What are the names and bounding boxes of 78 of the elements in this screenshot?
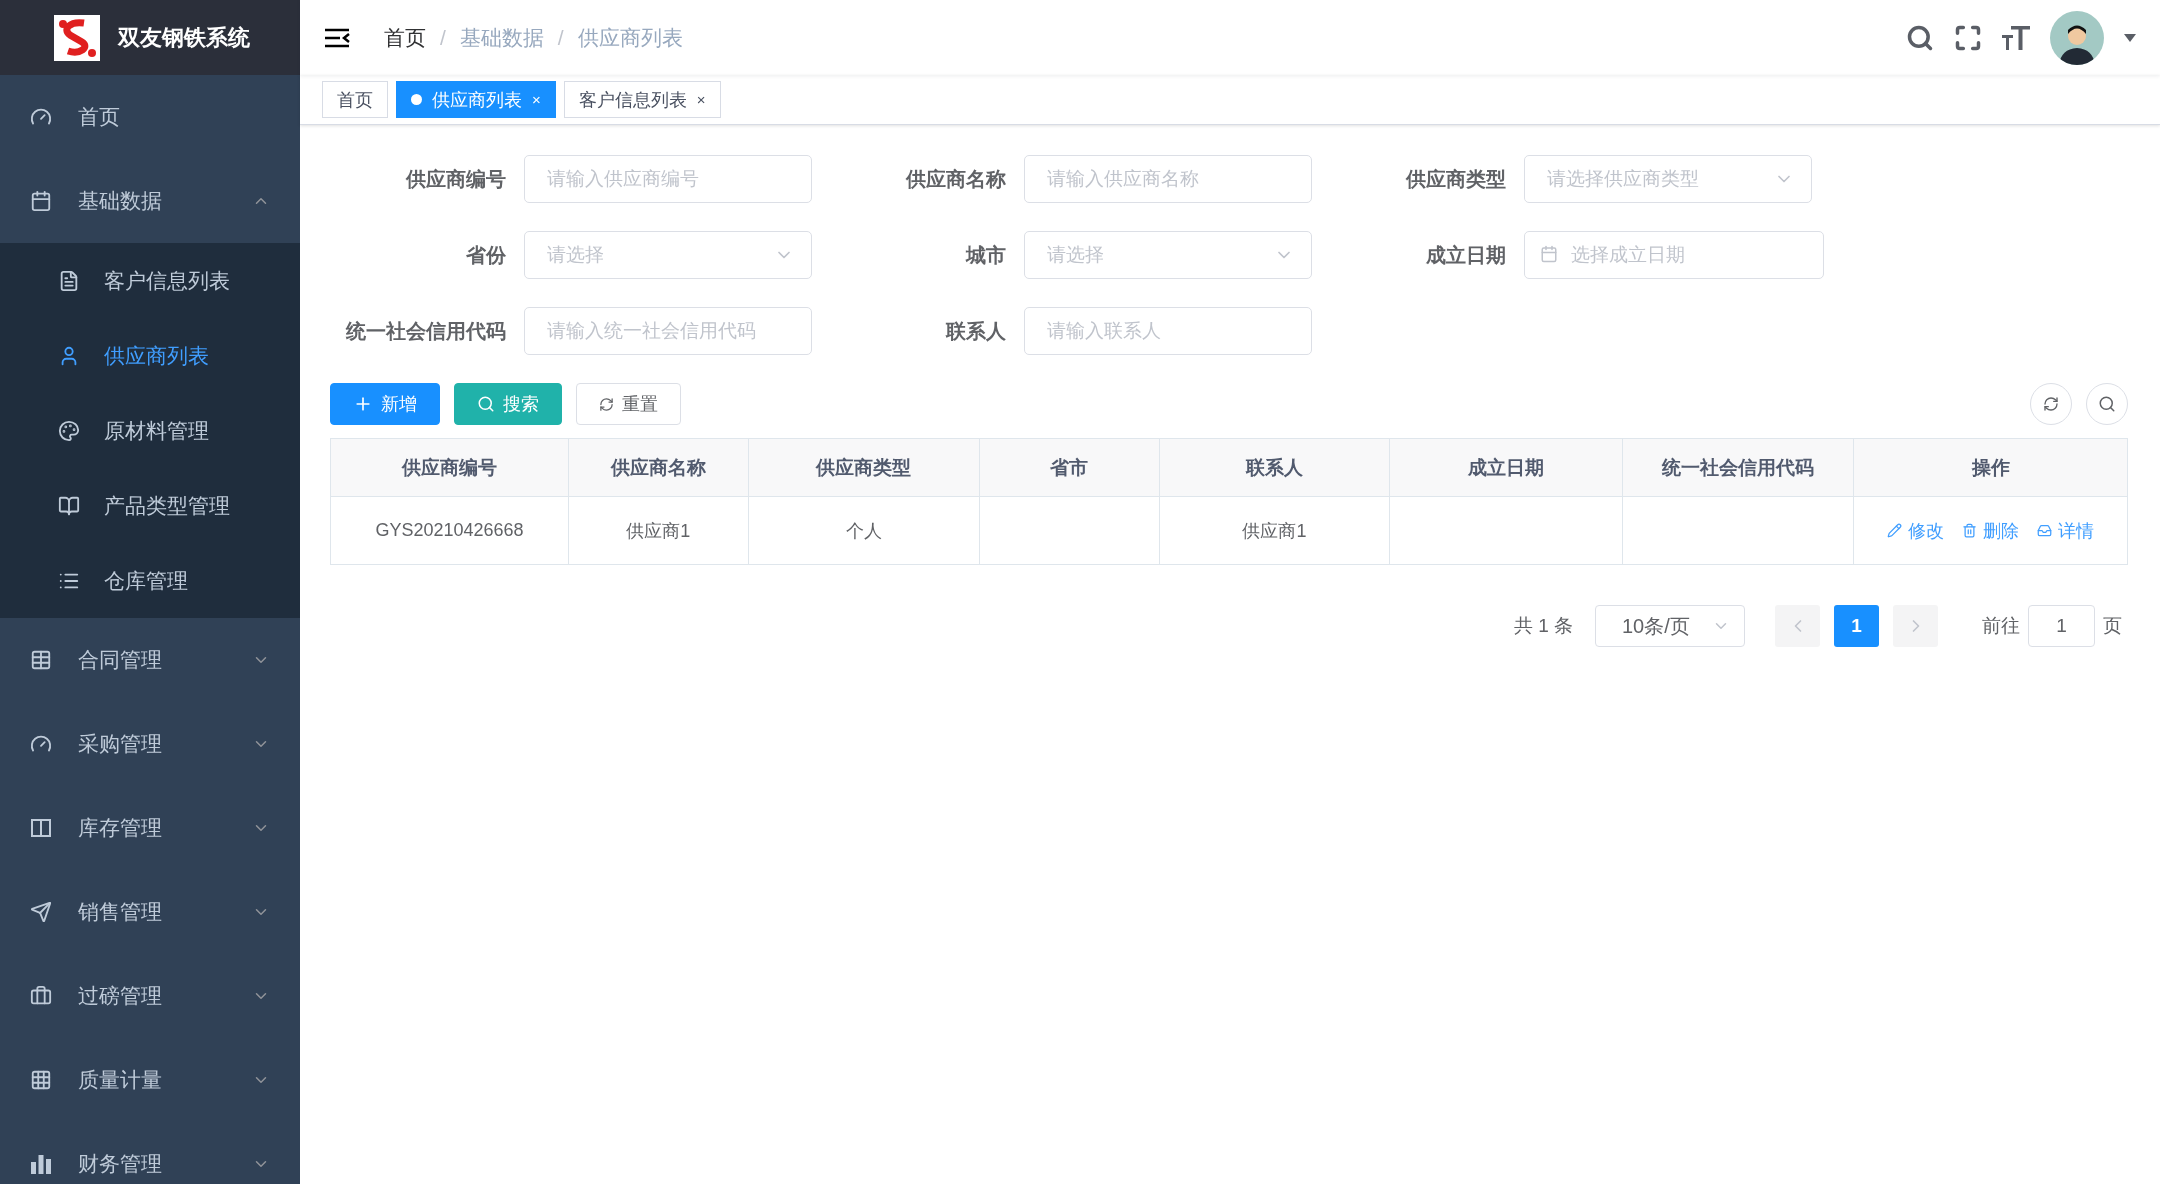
search-icon	[2098, 395, 2116, 413]
form-label: 供应商编号	[405, 166, 506, 192]
table-icon	[30, 649, 52, 671]
total-count: 共 1 条	[1513, 614, 1573, 638]
dot-icon	[411, 94, 422, 105]
column-header: 供应商类型	[748, 438, 980, 497]
trash-icon	[1962, 523, 1977, 538]
submenu-item[interactable]: 产品类型管理	[0, 468, 300, 543]
calendar-icon	[1540, 245, 1558, 263]
breadcrumb-separator: /	[440, 25, 446, 50]
form-label: 成立日期	[1425, 242, 1506, 268]
tab[interactable]: 供应商列表 ×	[396, 81, 556, 118]
form-label: 供应商类型	[1405, 166, 1506, 192]
breadcrumb-separator: /	[557, 25, 564, 50]
menu-icon[interactable]	[324, 26, 350, 49]
bar-chart-icon	[30, 1153, 52, 1175]
input-field[interactable]: 请输入统一社会信用代码	[524, 307, 812, 355]
tab[interactable]: 客户信息列表 ×	[563, 81, 721, 118]
logo-icon	[54, 14, 100, 61]
caret-down-icon[interactable]	[2124, 33, 2136, 42]
column-header: 供应商名称	[568, 438, 749, 497]
submenu-item[interactable]: 原材料管理	[0, 393, 300, 468]
app-title: 双友钢铁系统	[118, 23, 250, 52]
breadcrumb-item[interactable]: 首页	[384, 23, 426, 52]
briefcase-icon	[30, 985, 52, 1007]
date-picker[interactable]: 选择成立日期	[1524, 231, 1824, 279]
search-icon[interactable]	[1906, 23, 1934, 52]
table-cell: 供应商1	[568, 496, 749, 565]
table-cell: GYS20210426668	[330, 496, 569, 565]
submenu-item[interactable]: 仓库管理	[0, 543, 300, 618]
paper-plane-icon	[30, 901, 52, 923]
refresh-icon	[599, 396, 614, 412]
column-header: 供应商编号	[330, 438, 569, 497]
add-button[interactable]: 新增	[330, 383, 440, 425]
page-size-select[interactable]: 10条/页	[1595, 605, 1745, 647]
input-field[interactable]: 请输入供应商名称	[1024, 155, 1312, 203]
submenu-item[interactable]: 供应商列表	[0, 318, 300, 393]
table-cell: 供应商1	[1159, 496, 1390, 565]
page-suffix: 页	[2103, 614, 2122, 638]
close-icon[interactable]: ×	[532, 91, 541, 108]
inbox-icon	[2037, 523, 2052, 538]
column-header: 操作	[1853, 438, 2128, 497]
avatar[interactable]	[2050, 10, 2104, 65]
text-size-icon[interactable]	[2002, 23, 2030, 52]
page-button[interactable]: 1	[1834, 605, 1879, 647]
refresh-icon	[2043, 396, 2059, 412]
column-header: 成立日期	[1389, 438, 1623, 497]
refresh-button[interactable]	[2030, 383, 2072, 425]
pencil-icon	[1887, 523, 1902, 538]
file-icon	[58, 269, 80, 292]
page-input[interactable]: 1	[2028, 605, 2095, 647]
input-field[interactable]: 请输入联系人	[1024, 307, 1312, 355]
form-label: 联系人	[944, 318, 1006, 344]
form-label: 省份	[465, 242, 506, 268]
form-label: 供应商名称	[905, 166, 1006, 192]
select-field[interactable]: 请选择供应商类型	[1524, 155, 1812, 203]
form-label: 城市	[964, 242, 1006, 268]
submenu-item[interactable]: 客户信息列表	[0, 243, 300, 318]
grid-icon	[30, 1069, 52, 1091]
close-icon[interactable]: ×	[696, 91, 706, 108]
search-icon	[477, 395, 495, 413]
search-button[interactable]	[2086, 383, 2128, 425]
columns-icon	[30, 817, 52, 839]
reset-button[interactable]: 重置	[576, 383, 681, 425]
goto-label: 前往	[1982, 614, 2020, 638]
column-header: 联系人	[1159, 438, 1390, 497]
column-header: 省市	[979, 438, 1159, 497]
tab[interactable]: 首页	[322, 81, 388, 118]
select-field[interactable]: 请选择	[524, 231, 812, 279]
book-icon	[58, 494, 80, 517]
column-header: 统一社会信用代码	[1622, 438, 1854, 497]
select-field[interactable]: 请选择	[1024, 231, 1312, 279]
palette-icon	[58, 419, 80, 442]
table-cell: 个人	[748, 496, 980, 565]
calendar-icon	[30, 190, 52, 212]
input-field[interactable]: 请输入供应商编号	[524, 155, 812, 203]
fullscreen-icon[interactable]	[1954, 23, 1982, 52]
form-label: 统一社会信用代码	[344, 318, 506, 344]
